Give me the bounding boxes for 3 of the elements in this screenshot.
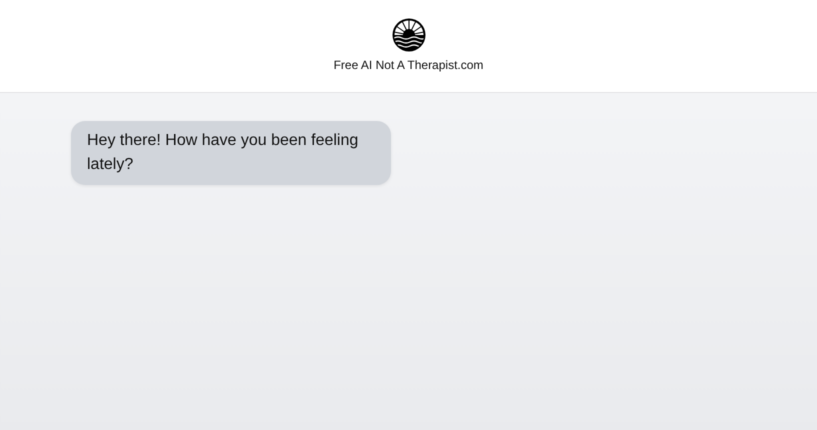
site-name: Free AI Not A Therapist.com — [334, 57, 484, 74]
logo-icon — [392, 18, 426, 52]
chat-message: Hey there! How have you been feeling lately? — [71, 121, 391, 185]
